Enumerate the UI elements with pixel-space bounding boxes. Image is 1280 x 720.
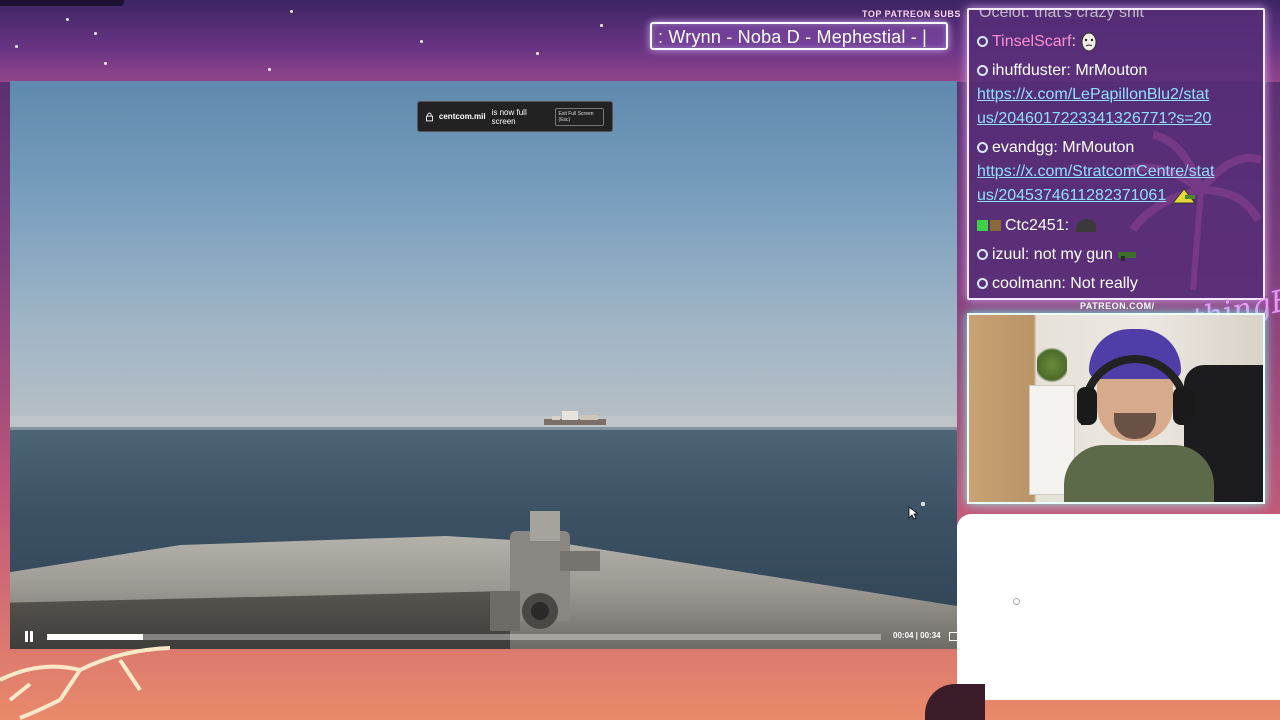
bottom-decoration: [925, 684, 985, 720]
hat-emote-icon: [1171, 187, 1196, 204]
blank-overlay-panel: [957, 514, 1280, 700]
chat-username[interactable]: TinselScarf: [992, 33, 1071, 50]
lock-icon: [426, 112, 433, 121]
patreon-subs-ticker: : Wrynn - Noba D - Mephestial - |: [650, 22, 948, 50]
chat-link[interactable]: us/2046017223341326771?s=20: [977, 110, 1211, 127]
chat-badge-icon: [977, 65, 988, 76]
chat-username[interactable]: evandgg: [992, 139, 1053, 156]
chat-message: TinselScarf:: [977, 30, 1098, 54]
fullscreen-message: is now full screen: [491, 107, 527, 126]
chat-username[interactable]: Ctc2451: [1005, 217, 1065, 234]
headset-earcup-left: [1077, 387, 1097, 425]
webcam-feed: [967, 313, 1265, 504]
chat-text: Not really: [1070, 275, 1138, 292]
headset-earcup-right: [1173, 387, 1193, 425]
chat-link[interactable]: https://x.com/LePapillonBlu2/stat: [977, 86, 1209, 103]
chat-badge-icon: [977, 249, 988, 260]
distant-ship: [544, 411, 606, 425]
chat-text: not my gun: [1033, 246, 1113, 263]
chat-badge-icon: [977, 142, 988, 153]
chat-message: us/2045374611282371061: [977, 184, 1197, 208]
chat-message: us/2046017223341326771?s=20: [977, 107, 1211, 131]
chat-message: Ctc2451:: [977, 214, 1098, 238]
chat-username[interactable]: ihuffduster: [992, 62, 1066, 79]
video-horizon: [10, 416, 957, 430]
face-emote-icon: [1081, 32, 1097, 52]
cursor-trail: [921, 502, 925, 506]
chat-link[interactable]: https://x.com/StratcomCentre/stat: [977, 163, 1214, 180]
chat-link[interactable]: us/2045374611282371061: [977, 187, 1166, 204]
fullscreen-notice: centcom.mil is now full screen Exit Full…: [417, 101, 613, 132]
video-player[interactable]: centcom.mil is now full screen Exit Full…: [10, 81, 957, 649]
palm-decoration-icon: [1126, 131, 1263, 290]
chat-message: evandgg: MrMouton: [977, 136, 1134, 160]
chat-panel: Ocelot: that's crazy shit TinselScarf: i…: [967, 8, 1265, 300]
chat-username[interactable]: izuul: [992, 246, 1025, 263]
bits-badge-icon: [990, 220, 1001, 231]
corner-strip: [0, 0, 124, 6]
time-display: 00:04 | 00:34: [893, 631, 941, 640]
chat-message: izuul: not my gun: [977, 243, 1137, 267]
crack-decoration-icon: [0, 646, 171, 720]
plant: [1037, 345, 1067, 385]
chat-message: coolmann: Not really: [977, 272, 1138, 296]
chat-text: MrMouton: [1075, 62, 1148, 79]
gun-emote-icon: [1118, 251, 1137, 261]
streamer-body: [1064, 445, 1214, 502]
chat-message: https://x.com/StratcomCentre/stat: [977, 160, 1214, 184]
video-sky: [10, 81, 957, 429]
sub-badge-icon: [977, 220, 988, 231]
exit-fullscreen-hint[interactable]: Exit Full Screen (Esc): [554, 107, 605, 126]
fullscreen-toggle-icon[interactable]: [949, 632, 957, 641]
mouse-cursor-icon: [908, 506, 918, 520]
helmet-emote-icon: [1075, 218, 1096, 232]
top-patreon-subs-title: TOP PATREON SUBS: [862, 9, 961, 19]
chat-badge-icon: [977, 36, 988, 47]
chat-text: MrMouton: [1062, 139, 1135, 156]
ticker-text: : Wrynn - Noba D - Mephestial - |: [658, 27, 928, 47]
chat-message: https://x.com/LePapillonBlu2/stat: [977, 83, 1209, 107]
chat-badge-icon: [977, 278, 988, 289]
fullscreen-host: centcom.mil: [438, 112, 486, 121]
patreon-label: PATREON.COM/: [1080, 301, 1155, 311]
chat-username[interactable]: coolmann: [992, 275, 1061, 292]
small-circle-icon: [1013, 598, 1020, 605]
chat-message: ihuffduster: MrMouton: [977, 59, 1147, 83]
chat-cutoff-line: Ocelot: that's crazy shit: [979, 8, 1144, 21]
